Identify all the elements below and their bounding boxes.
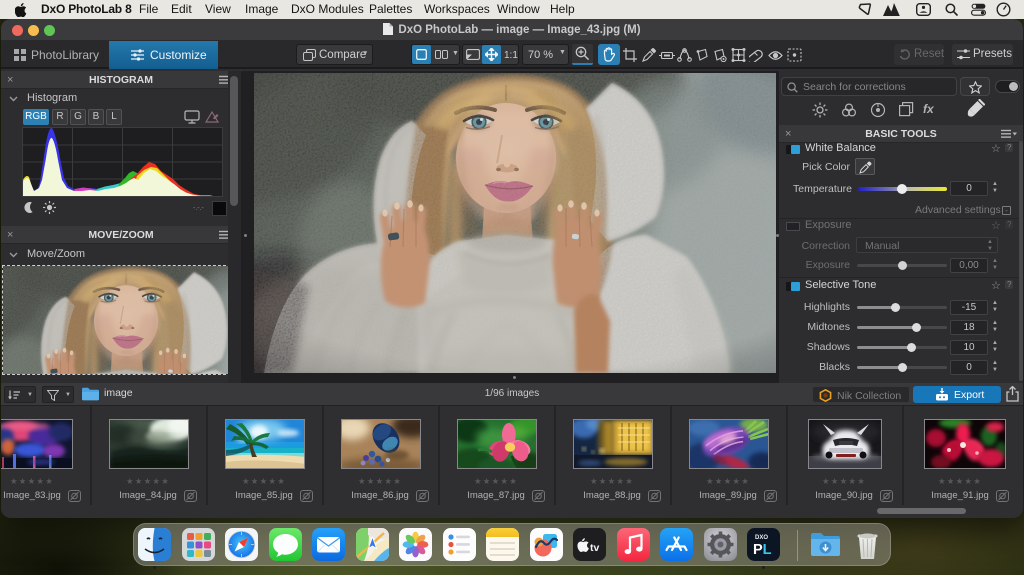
- svg-text:PL: PL: [753, 542, 772, 558]
- svg-text:DXO: DXO: [755, 535, 768, 541]
- svg-text:tv: tv: [590, 542, 599, 554]
